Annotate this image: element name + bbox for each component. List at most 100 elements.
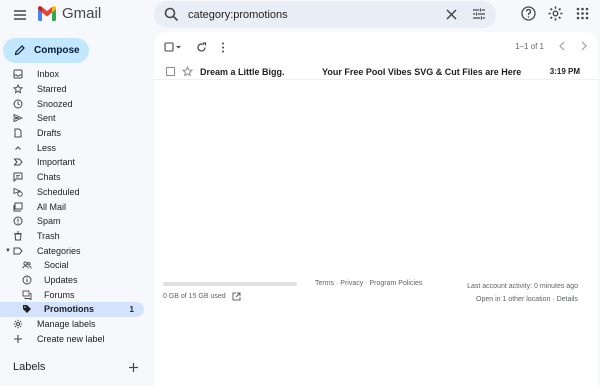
important-icon (13, 157, 23, 167)
settings-gear-icon[interactable] (547, 5, 564, 22)
tag-icon (22, 304, 32, 314)
plus-icon (13, 334, 23, 344)
search-input[interactable] (188, 5, 438, 24)
trash-icon (13, 231, 23, 241)
sidebar-item-scheduled[interactable]: Scheduled (0, 185, 150, 200)
storage-text: 0 GB of 15 GB used (163, 293, 226, 300)
sidebar-item-label: Social (44, 260, 69, 271)
email-subject: Your Free Pool Vibes SVG & Cut Files are… (322, 66, 522, 77)
people-icon (22, 260, 32, 270)
sidebar-item-spam[interactable]: Spam (0, 214, 150, 229)
email-time: 3:19 PM (549, 67, 580, 76)
sidebar-item-label: Promotions (44, 304, 95, 315)
program-policies-link[interactable]: Program Policies (369, 280, 422, 287)
email-row[interactable]: Dream a Little Bigg. Your Free Pool Vibe… (154, 64, 598, 80)
sidebar-item-chats[interactable]: Chats (0, 170, 150, 185)
forum-icon (22, 290, 32, 300)
sidebar-item-promotions[interactable]: Promotions 1 (0, 302, 144, 317)
inbox-icon (13, 69, 23, 79)
all-mail-icon (13, 202, 23, 212)
add-label-plus-icon[interactable] (128, 361, 139, 373)
search-bar[interactable] (154, 1, 496, 28)
send-icon (13, 113, 23, 123)
gmail-m-icon (38, 6, 56, 21)
chevron-up-icon (13, 143, 23, 153)
sidebar-item-label: Manage labels (37, 319, 96, 330)
caret-down-icon[interactable]: ▼ (5, 248, 11, 254)
sidebar-item-label: Less (37, 142, 57, 153)
details-link[interactable]: Details (557, 296, 578, 303)
file-icon (13, 128, 23, 138)
gear-icon (13, 319, 23, 329)
open-external-icon[interactable] (232, 292, 241, 301)
pencil-icon (14, 45, 25, 56)
select-all-checkbox[interactable] (164, 41, 182, 53)
sidebar-item-label: Important (37, 157, 76, 168)
top-bar: Gmail (0, 0, 600, 30)
pagination: 1–1 of 1 (515, 41, 588, 51)
sidebar-item-categories[interactable]: ▼ Categories (0, 243, 150, 258)
footer-links: Terms · Privacy · Program Policies (315, 280, 422, 287)
sidebar-item-sent[interactable]: Sent (0, 111, 150, 126)
sidebar-item-social[interactable]: Social (0, 258, 150, 273)
compose-button[interactable]: Compose (3, 38, 89, 63)
labels-heading: Labels (13, 361, 46, 373)
search-options-icon[interactable] (472, 7, 486, 21)
mail-list-panel: 1–1 of 1 Dream a Little Bigg. Your Free … (154, 32, 598, 386)
sidebar-item-forums[interactable]: Forums (0, 287, 150, 302)
email-checkbox[interactable] (166, 67, 175, 76)
sidebar-item-manage-labels[interactable]: Manage labels (0, 317, 150, 332)
sidebar-item-snoozed[interactable]: Snoozed (0, 96, 150, 111)
gmail-logo[interactable]: Gmail (37, 5, 101, 22)
more-vertical-icon[interactable] (221, 41, 225, 53)
sidebar-item-trash[interactable]: Trash (0, 229, 150, 244)
chat-icon (13, 172, 23, 183)
sidebar-item-important[interactable]: Important (0, 155, 150, 170)
open-in-location-text: Open in 1 other location (476, 296, 551, 303)
account-activity: Last account activity: 0 minutes ago Ope… (467, 280, 578, 306)
sidebar-item-label: Updates (44, 274, 78, 285)
labels-section-header: Labels (13, 361, 139, 373)
main-menu-icon[interactable] (10, 5, 30, 25)
pagination-text: 1–1 of 1 (515, 41, 544, 51)
info-icon (22, 275, 32, 285)
sidebar-item-label: Create new label (37, 333, 105, 344)
sidebar-item-all-mail[interactable]: All Mail (0, 199, 150, 214)
scheduled-icon (13, 187, 23, 197)
sidebar-item-drafts[interactable]: Drafts (0, 126, 150, 141)
sidebar-item-starred[interactable]: Starred (0, 82, 150, 97)
search-icon[interactable] (163, 6, 180, 23)
mail-toolbar (164, 41, 225, 53)
chevron-right-icon[interactable] (580, 41, 588, 51)
account-toolbar (520, 5, 591, 22)
sidebar-item-updates[interactable]: Updates (0, 273, 150, 288)
sidebar-item-label: Starred (37, 84, 67, 95)
sidebar-item-label: Chats (37, 172, 61, 183)
sidebar-item-label: Spam (37, 216, 61, 227)
sidebar-item-less[interactable]: Less (0, 140, 150, 155)
apps-grid-icon[interactable] (574, 5, 591, 22)
privacy-link[interactable]: Privacy (340, 280, 363, 287)
app-name: Gmail (62, 5, 102, 22)
sidebar-item-label: Forums (44, 289, 75, 300)
chevron-left-icon[interactable] (558, 41, 566, 51)
storage-usage: 0 GB of 15 GB used (163, 292, 241, 301)
storage-progress-bar (163, 282, 297, 286)
refresh-icon[interactable] (196, 41, 207, 53)
help-icon[interactable] (520, 5, 537, 22)
last-activity-text: Last account activity: 0 minutes ago (467, 283, 578, 290)
sidebar-item-inbox[interactable]: Inbox (0, 67, 150, 82)
star-icon[interactable] (182, 66, 193, 77)
unread-count-badge: 1 (129, 304, 134, 314)
label-icon (13, 246, 23, 256)
compose-label: Compose (34, 45, 80, 56)
email-sender: Dream a Little Bigg. (200, 66, 285, 77)
sidebar-item-label: Categories (37, 245, 81, 256)
terms-link[interactable]: Terms (315, 280, 334, 287)
sidebar-item-label: Sent (37, 113, 56, 124)
clear-search-icon[interactable] (445, 8, 458, 21)
star-icon (13, 84, 23, 94)
sidebar-item-create-label[interactable]: Create new label (0, 331, 150, 346)
sidebar-item-label: Trash (37, 230, 60, 241)
sidebar-item-label: Scheduled (37, 186, 80, 197)
